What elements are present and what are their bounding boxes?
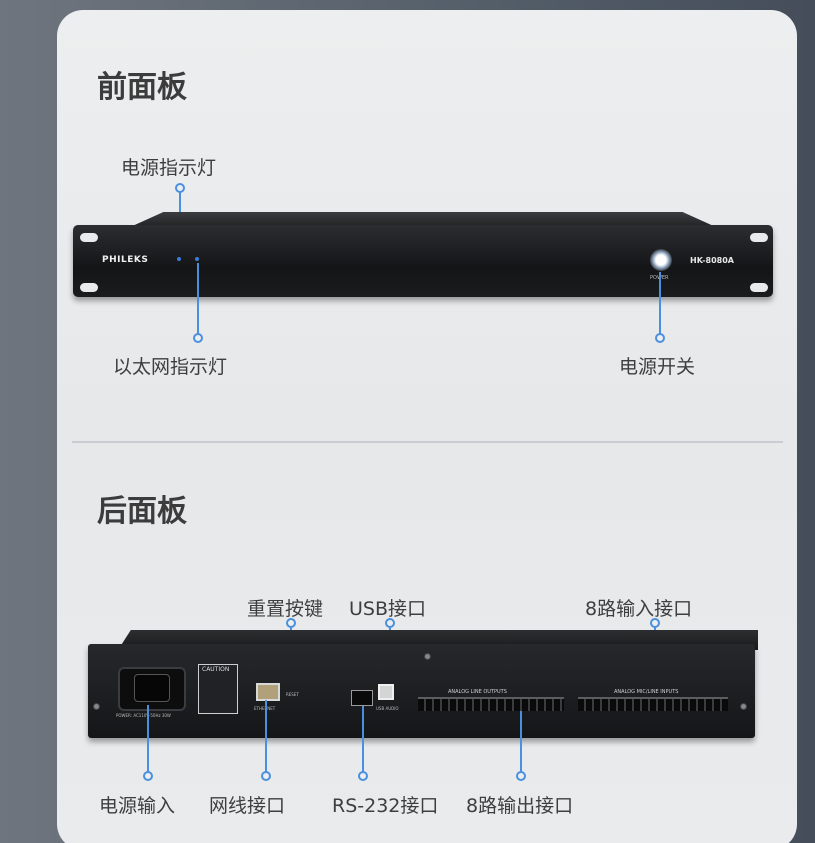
ethernet-port: [256, 683, 280, 701]
inputs-text: ANALOG MIC/LINE INPUTS: [614, 689, 679, 695]
input-8ch-label: 8路输入接口: [585, 598, 693, 620]
reset-text: RESET: [286, 692, 299, 697]
outputs-text: ANALOG LINE OUTPUTS: [448, 689, 507, 695]
iec-socket-inner: [134, 674, 170, 702]
reset-button-label: 重置按键: [247, 598, 324, 620]
output-terminal-strip: [418, 697, 564, 711]
section-divider: [72, 441, 783, 443]
callout-dot: [143, 771, 153, 781]
device-model: HK-8080A: [690, 256, 734, 265]
screw: [93, 703, 100, 710]
screw: [740, 703, 747, 710]
front-panel-title: 前面板: [97, 70, 187, 105]
power-switch-label: 电源开关: [619, 356, 696, 378]
callout-dot: [516, 771, 526, 781]
power-indicator-label: 电源指示灯: [121, 157, 217, 179]
rack-slot: [80, 233, 98, 242]
usb-text: USB AUDIO: [376, 706, 399, 711]
callout-line: [197, 263, 199, 335]
callout-line: [520, 711, 522, 773]
usb-port-label: USB接口: [349, 598, 427, 620]
power-spec-text: POWER: AC110V-50Hz 30W: [116, 713, 171, 718]
callout-dot: [193, 333, 203, 343]
callout-line: [265, 700, 267, 773]
rs232-port-label: RS-232接口: [332, 795, 439, 817]
power-led: [177, 257, 181, 261]
network-port-label: 网线接口: [209, 795, 286, 817]
ethernet-led: [195, 257, 199, 261]
usb-port: [378, 684, 394, 700]
callout-dot: [358, 771, 368, 781]
ethernet-indicator-label: 以太网指示灯: [113, 356, 228, 378]
rack-slot: [80, 283, 98, 292]
callout-line: [362, 706, 364, 773]
device-brand: PHILEKS: [102, 255, 149, 265]
power-input-label: 电源输入: [99, 795, 176, 817]
callout-line: [147, 705, 149, 773]
output-8ch-label: 8路输出接口: [466, 795, 574, 817]
rs232-connector: [351, 690, 373, 706]
power-switch-button: [650, 249, 672, 271]
screw: [424, 653, 431, 660]
callout-line: [659, 272, 661, 335]
input-terminal-strip: [578, 697, 728, 711]
rear-panel-title: 后面板: [97, 494, 187, 529]
rack-slot: [750, 283, 768, 292]
callout-dot: [655, 333, 665, 343]
callout-dot: [261, 771, 271, 781]
caution-text: CAUTION: [202, 666, 230, 673]
rack-slot: [750, 233, 768, 242]
